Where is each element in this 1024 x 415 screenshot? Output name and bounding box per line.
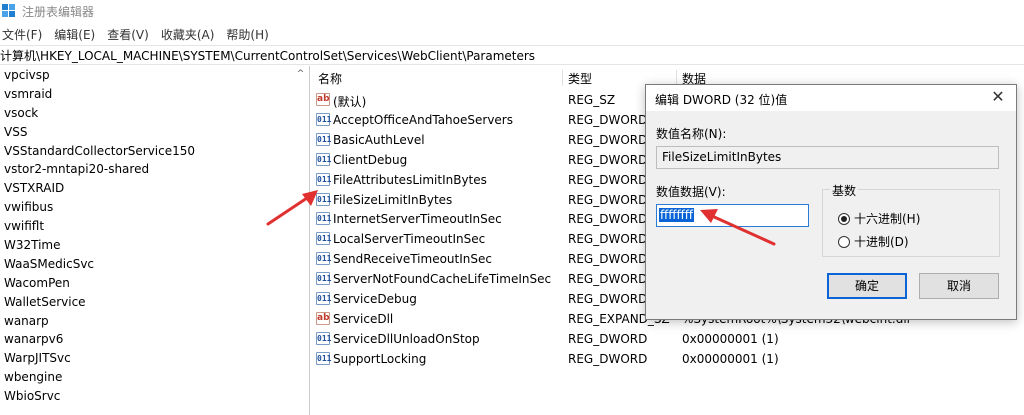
value-type: REG_DWORD — [568, 152, 648, 167]
registry-editor-icon — [2, 4, 16, 18]
value-data: 0x00000001 (1) — [682, 331, 779, 346]
value-type: REG_DWORD — [568, 331, 648, 346]
value-type: REG_DWORD — [568, 232, 648, 247]
value-name: AcceptOfficeAndTahoeServers — [333, 112, 513, 127]
hex-radio-label: 十六进制(H) — [854, 212, 921, 226]
base-group-label: 基数 — [830, 182, 859, 199]
value-name: SupportLocking — [333, 351, 427, 366]
value-type: REG_DWORD — [568, 292, 648, 306]
value-type: REG_DWORD — [568, 272, 648, 287]
tree-item[interactable]: VSS — [0, 123, 309, 142]
title-bar: 注册表编辑器 — [0, 0, 1024, 22]
tree-item[interactable]: vsmraid — [0, 85, 309, 104]
value-name: ServiceDebug — [333, 292, 417, 306]
column-type-header[interactable]: 类型 — [568, 70, 592, 87]
tree-item[interactable]: WarpJITSvc — [0, 349, 309, 368]
close-icon[interactable]: ✕ — [989, 88, 1007, 106]
dword-value-icon: 011 — [316, 232, 332, 246]
dword-value-icon: 011 — [316, 212, 332, 226]
string-value-icon: ab — [316, 311, 330, 325]
value-name: (默认) — [333, 95, 367, 109]
tree-item[interactable]: vwifibus — [0, 198, 309, 217]
value-name: BasicAuthLevel — [333, 132, 425, 147]
value-name: LocalServerTimeoutInSec — [333, 232, 486, 247]
menu-favorites[interactable]: 收藏夹(A) — [161, 26, 215, 43]
column-name-header[interactable]: 名称 — [318, 70, 342, 87]
string-value-icon: ab — [316, 93, 330, 106]
dword-value-icon: 011 — [316, 192, 332, 206]
tree-item[interactable]: WacomPen — [0, 274, 309, 293]
base-group: 基数 十六进制(H) 十进制(D) — [822, 182, 1000, 257]
window-title: 注册表编辑器 — [22, 4, 95, 19]
address-bar[interactable]: 计算机\HKEY_LOCAL_MACHINE\SYSTEM\CurrentCon… — [0, 45, 1024, 65]
value-type: REG_DWORD — [568, 132, 648, 147]
value-data-label: 数值数据(V): — [656, 185, 726, 199]
dec-radio[interactable]: 十进制(D) — [838, 233, 909, 250]
tree-item[interactable]: W32Time — [0, 236, 309, 255]
value-name: SendReceiveTimeoutInSec — [333, 252, 492, 267]
value-type: REG_SZ — [568, 93, 616, 107]
dec-radio-label: 十进制(D) — [854, 235, 909, 249]
ok-button[interactable]: 确定 — [827, 273, 907, 299]
value-data-input[interactable]: ffffffff — [656, 204, 809, 227]
value-type: REG_DWORD — [568, 212, 648, 227]
value-name-field: FileSizeLimitInBytes — [656, 146, 999, 169]
menu-view[interactable]: 查看(V) — [107, 26, 149, 43]
value-name: ServiceDllUnloadOnStop — [333, 331, 480, 346]
tree-item[interactable]: WalletService — [0, 293, 309, 312]
menu-file[interactable]: 文件(F) — [2, 26, 42, 43]
tree-item[interactable]: wanarpv6 — [0, 330, 309, 349]
radio-unselected-icon — [838, 235, 850, 248]
tree-item[interactable]: vsock — [0, 104, 309, 123]
radio-selected-icon — [838, 212, 850, 225]
tree-item[interactable]: vwififlt — [0, 217, 309, 236]
value-type: REG_DWORD — [568, 351, 648, 366]
column-divider[interactable] — [562, 70, 563, 86]
value-name: ServiceDll — [333, 311, 394, 326]
value-type: REG_DWORD — [568, 192, 648, 207]
value-name: FileSizeLimitInBytes — [333, 192, 453, 207]
dword-value-icon: 011 — [316, 132, 332, 146]
tree-item[interactable]: VSStandardCollectorService150 — [0, 142, 309, 161]
hex-radio[interactable]: 十六进制(H) — [838, 210, 920, 227]
edit-dword-dialog: 编辑 DWORD (32 位)值 ✕ 数值名称(N): FileSizeLimi… — [645, 84, 1017, 320]
dword-value-icon: 011 — [316, 152, 332, 166]
dword-value-icon: 011 — [316, 252, 332, 266]
value-name: FileAttributesLimitInBytes — [333, 172, 487, 187]
tree-item[interactable]: VSTXRAID — [0, 179, 309, 198]
dword-value-icon: 011 — [316, 351, 332, 365]
tree-item[interactable]: vpcivsp — [0, 66, 309, 85]
dword-value-icon: 011 — [316, 272, 332, 286]
list-row[interactable]: 011 ServiceDllUnloadOnStop REG_DWORD 0x0000… — [312, 329, 1024, 349]
menu-help[interactable]: 帮助(H) — [226, 26, 268, 43]
value-name-label: 数值名称(N): — [656, 127, 727, 141]
scroll-up-icon[interactable]: ^ — [294, 68, 307, 81]
menu-bar: 文件(F) 编辑(E) 查看(V) 收藏夹(A) 帮助(H) — [0, 24, 281, 44]
value-type: REG_DWORD — [568, 172, 648, 187]
menu-edit[interactable]: 编辑(E) — [54, 26, 95, 43]
dword-value-icon: 011 — [316, 112, 332, 126]
tree-item[interactable]: wanarp — [0, 312, 309, 331]
value-data-text: ffffffff — [659, 208, 695, 222]
dialog-title-bar: 编辑 DWORD (32 位)值 ✕ — [646, 85, 1016, 111]
tree-item[interactable]: WbioSrvc — [0, 387, 309, 406]
tree-scrollbar[interactable]: ^ — [292, 66, 309, 415]
dword-value-icon: 011 — [316, 172, 332, 186]
tree-item[interactable]: wbengine — [0, 368, 309, 387]
value-name: ClientDebug — [333, 152, 408, 167]
key-tree: vpcivsp vsmraid vsock VSS VSStandardColl… — [0, 66, 310, 415]
value-type: REG_DWORD — [568, 112, 648, 127]
dword-value-icon: 011 — [316, 292, 332, 305]
value-data: 0x00000001 (1) — [682, 351, 779, 366]
value-name: InternetServerTimeoutInSec — [333, 212, 502, 227]
tree-item[interactable]: WaaSMedicSvc — [0, 255, 309, 274]
tree-item[interactable]: vstor2-mntapi20-shared — [0, 160, 309, 179]
value-type: REG_DWORD — [568, 252, 648, 267]
list-row[interactable]: 011 SupportLocking REG_DWORD 0x00000001 (1) — [312, 349, 1024, 369]
dword-value-icon: 011 — [316, 331, 332, 345]
dialog-title: 编辑 DWORD (32 位)值 — [655, 93, 788, 107]
cancel-button[interactable]: 取消 — [919, 273, 999, 299]
value-name: ServerNotFoundCacheLifeTimeInSec — [333, 272, 552, 287]
